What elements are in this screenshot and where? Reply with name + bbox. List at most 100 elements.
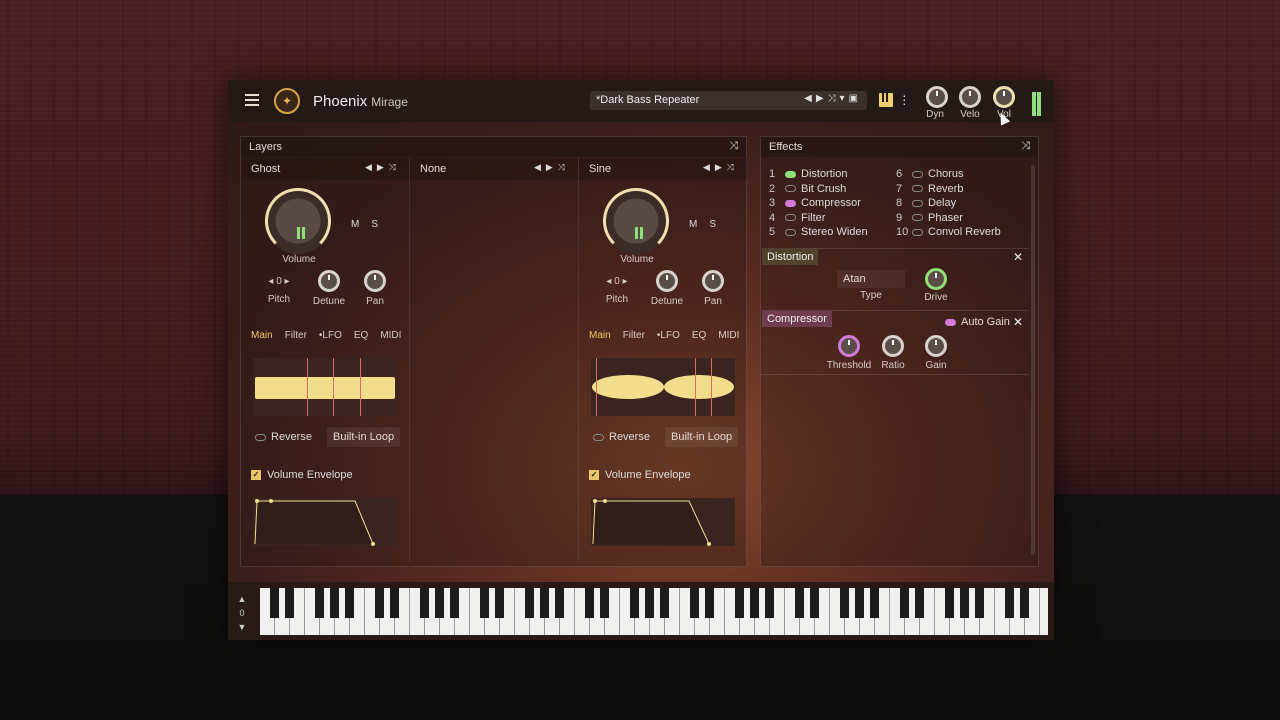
layer-3-waveform[interactable] (591, 358, 735, 416)
layer-1-reverse[interactable]: Reverse (255, 431, 312, 443)
layer-1-detune-knob[interactable] (318, 270, 340, 292)
shuffle-icon[interactable]: ⤨ (729, 140, 738, 153)
layer-1-envelope-graph[interactable] (253, 498, 397, 546)
effect-item-chorus[interactable]: 6 Chorus (896, 167, 1001, 182)
tab-midi[interactable]: MIDI (718, 330, 739, 341)
black-key[interactable] (900, 588, 909, 618)
ratio-knob[interactable] (882, 335, 904, 357)
gain-knob[interactable] (925, 335, 947, 357)
toggle-off-icon[interactable] (785, 185, 796, 193)
layer-3-volume-envelope-checkbox[interactable]: ✓ Volume Envelope (589, 469, 691, 481)
black-key[interactable] (915, 588, 924, 618)
tab-eq[interactable]: EQ (354, 330, 368, 341)
black-key[interactable] (495, 588, 504, 618)
distortion-drive-knob[interactable] (925, 268, 947, 290)
tab-main[interactable]: Main (589, 330, 611, 341)
black-key[interactable] (480, 588, 489, 618)
layer-1-builtin-loop-button[interactable]: Built-in Loop (327, 427, 401, 447)
black-key[interactable] (600, 588, 609, 618)
black-key[interactable] (840, 588, 849, 618)
black-key[interactable] (450, 588, 459, 618)
layer-1-mute-solo[interactable]: MS (351, 219, 390, 230)
black-key[interactable] (660, 588, 669, 618)
layer-1-volume-knob[interactable] (265, 188, 331, 254)
velo-knob[interactable] (959, 86, 981, 108)
black-key[interactable] (750, 588, 759, 618)
loop-marker[interactable] (333, 358, 334, 416)
black-key[interactable] (945, 588, 954, 618)
effect-item-phaser[interactable]: 9 Phaser (896, 211, 1001, 226)
toggle-off-icon[interactable] (785, 214, 796, 222)
black-key[interactable] (975, 588, 984, 618)
toggle-on-icon[interactable] (785, 170, 796, 178)
toggle-off-icon[interactable] (912, 185, 923, 193)
preset-selector[interactable]: *Dark Bass Repeater ◀▶⤨▾▣ (590, 91, 867, 110)
vol-knob[interactable] (993, 86, 1015, 108)
layer-3-builtin-loop-button[interactable]: Built-in Loop (665, 427, 739, 447)
layer-3-header[interactable]: Sine ◀▶⤨ (579, 158, 747, 180)
layer-2-nav[interactable]: ◀▶⤨ (534, 162, 570, 173)
layer-3-detune-knob[interactable] (656, 270, 678, 292)
black-key[interactable] (375, 588, 384, 618)
layer-1-waveform[interactable] (253, 358, 397, 416)
tab-main[interactable]: Main (251, 330, 273, 341)
black-key[interactable] (270, 588, 279, 618)
tab-filter[interactable]: Filter (285, 330, 307, 341)
tab-lfo[interactable]: •LFO (319, 330, 342, 341)
loop-marker[interactable] (695, 358, 696, 416)
more-options-icon[interactable]: · · · (902, 88, 907, 110)
effect-item-convol-reverb[interactable]: 10 Convol Reverb (896, 225, 1001, 240)
dyn-knob[interactable] (926, 86, 948, 108)
black-key[interactable] (315, 588, 324, 618)
black-key[interactable] (870, 588, 879, 618)
piano-icon[interactable] (879, 93, 893, 107)
layer-3-pitch-value[interactable]: ◂ 0 ▸ (597, 276, 637, 287)
piano-keyboard[interactable] (260, 588, 1048, 635)
shuffle-icon[interactable]: ⤨ (1021, 140, 1030, 153)
layer-3-pan-knob[interactable] (702, 270, 724, 292)
black-key[interactable] (585, 588, 594, 618)
preset-controls[interactable]: ◀▶⤨▾▣ (804, 93, 862, 104)
black-key[interactable] (855, 588, 864, 618)
layer-3-mute-solo[interactable]: MS (689, 219, 728, 230)
layer-3-volume-knob[interactable] (603, 188, 669, 254)
black-key[interactable] (540, 588, 549, 618)
loop-marker[interactable] (596, 358, 597, 416)
black-key[interactable] (810, 588, 819, 618)
black-key[interactable] (435, 588, 444, 618)
toggle-off-icon[interactable] (912, 199, 923, 207)
black-key[interactable] (555, 588, 564, 618)
black-key[interactable] (1005, 588, 1014, 618)
toggle-on-icon[interactable] (785, 199, 796, 207)
black-key[interactable] (630, 588, 639, 618)
close-icon[interactable]: ✕ (1013, 250, 1023, 264)
black-key[interactable] (735, 588, 744, 618)
layer-3-nav[interactable]: ◀▶⤨ (703, 162, 739, 173)
black-key[interactable] (330, 588, 339, 618)
black-key[interactable] (645, 588, 654, 618)
threshold-knob[interactable] (838, 335, 860, 357)
layer-1-volume-envelope-checkbox[interactable]: ✓ Volume Envelope (251, 469, 353, 481)
loop-marker[interactable] (307, 358, 308, 416)
effect-item-stereo-widen[interactable]: 5 Stereo Widen (769, 225, 868, 240)
black-key[interactable] (960, 588, 969, 618)
effect-item-compressor[interactable]: 3 Compressor (769, 196, 868, 211)
tab-midi[interactable]: MIDI (380, 330, 401, 341)
distortion-type-select[interactable]: Atan (837, 270, 905, 288)
effect-item-reverb[interactable]: 7 Reverb (896, 182, 1001, 197)
loop-marker[interactable] (360, 358, 361, 416)
toggle-off-icon[interactable] (912, 170, 923, 178)
black-key[interactable] (525, 588, 534, 618)
toggle-off-icon[interactable] (912, 214, 923, 222)
close-icon[interactable]: ✕ (1013, 315, 1023, 329)
black-key[interactable] (795, 588, 804, 618)
effects-scrollbar[interactable] (1031, 165, 1035, 555)
layer-1-nav[interactable]: ◀▶⤨ (365, 162, 401, 173)
effect-item-distortion[interactable]: 1 Distortion (769, 167, 868, 182)
toggle-off-icon[interactable] (912, 228, 923, 236)
layer-1-pan-knob[interactable] (364, 270, 386, 292)
layer-3-envelope-graph[interactable] (591, 498, 735, 546)
black-key[interactable] (1020, 588, 1029, 618)
menu-icon[interactable] (245, 94, 259, 106)
octave-control[interactable]: ▲ 0 ▼ (234, 592, 250, 634)
